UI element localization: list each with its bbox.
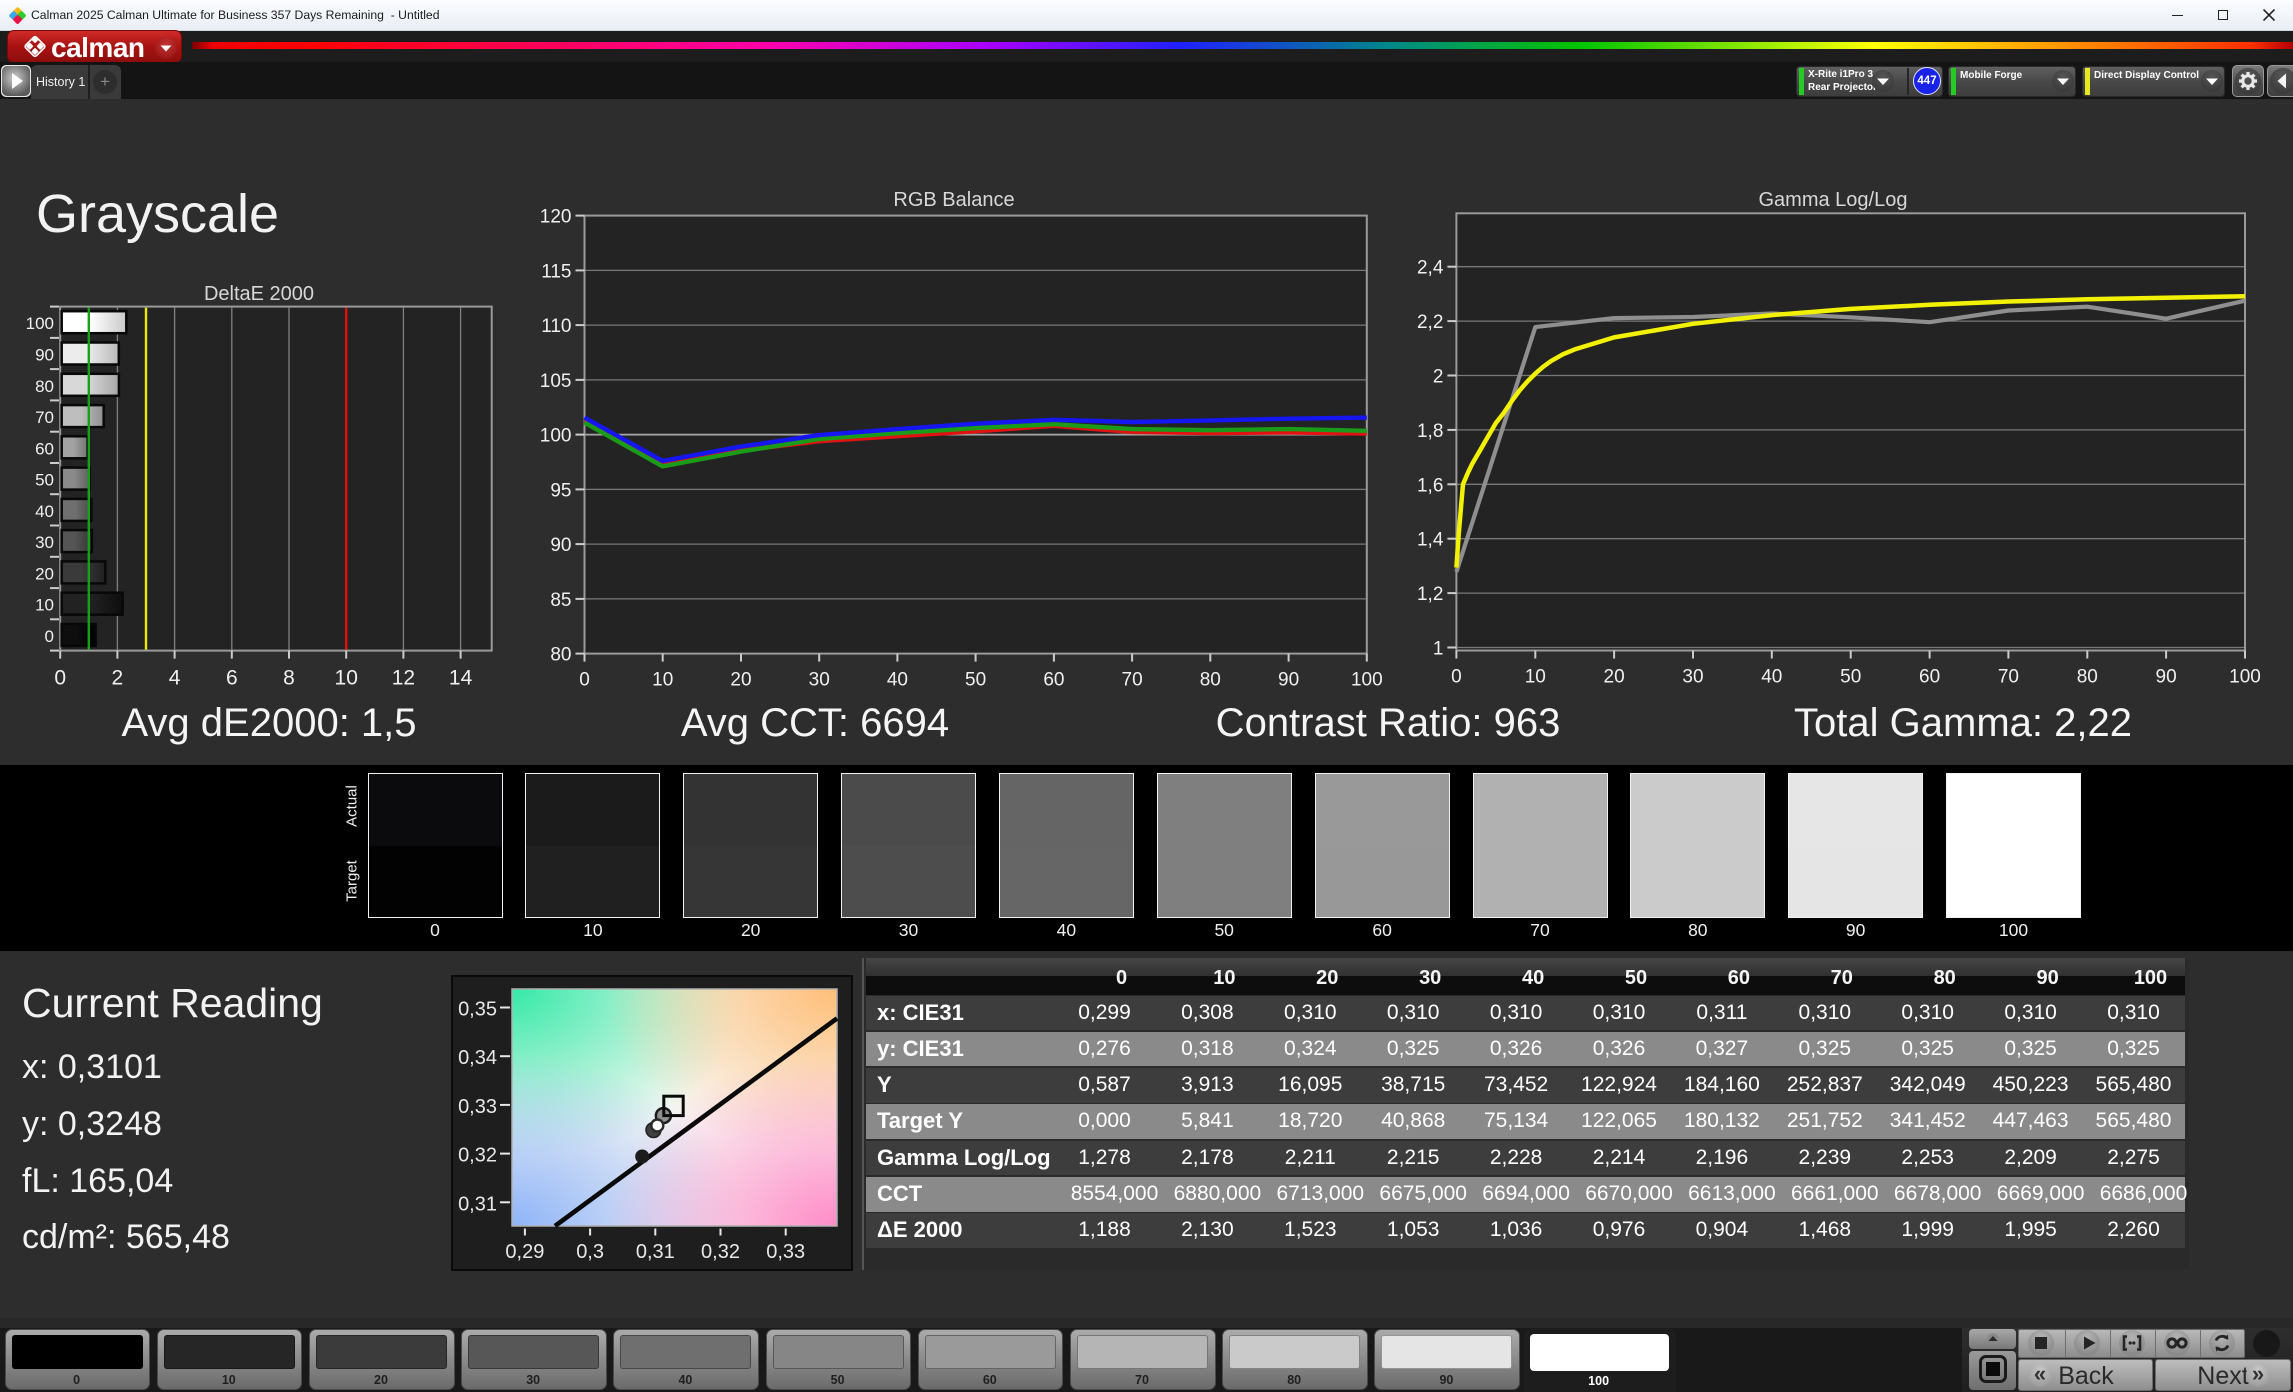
svg-text:0,29: 0,29: [505, 1241, 544, 1263]
svg-text:100: 100: [2229, 667, 2261, 688]
svg-text:80: 80: [550, 645, 571, 666]
svg-text:120: 120: [540, 207, 572, 228]
svg-text:10: 10: [1525, 667, 1546, 688]
svg-text:60: 60: [1919, 667, 1940, 688]
svg-text:30: 30: [809, 670, 830, 691]
svg-text:90: 90: [550, 535, 571, 556]
svg-text:60: 60: [1043, 670, 1064, 691]
svg-text:20: 20: [1604, 667, 1625, 688]
svg-text:100: 100: [26, 314, 54, 333]
svg-text:0,32: 0,32: [701, 1241, 740, 1263]
svg-text:0: 0: [45, 627, 54, 646]
svg-text:90: 90: [35, 346, 54, 365]
svg-text:10: 10: [335, 667, 358, 690]
svg-text:80: 80: [2077, 667, 2098, 688]
svg-text:0: 0: [54, 667, 66, 690]
svg-text:1,8: 1,8: [1417, 421, 1443, 442]
svg-text:10: 10: [35, 596, 54, 615]
svg-text:0,33: 0,33: [458, 1096, 497, 1118]
svg-text:20: 20: [730, 670, 751, 691]
svg-text:1,6: 1,6: [1417, 475, 1443, 496]
svg-text:50: 50: [1840, 667, 1861, 688]
svg-text:2: 2: [112, 667, 124, 690]
svg-text:60: 60: [35, 439, 54, 458]
svg-text:70: 70: [1998, 667, 2019, 688]
svg-text:0: 0: [579, 670, 590, 691]
svg-text:4: 4: [169, 667, 181, 690]
svg-text:0: 0: [1451, 667, 1462, 688]
svg-text:85: 85: [550, 590, 571, 611]
svg-text:14: 14: [449, 667, 473, 690]
svg-text:100: 100: [1351, 670, 1383, 691]
svg-text:100: 100: [540, 426, 572, 447]
svg-text:0,31: 0,31: [458, 1193, 497, 1215]
svg-text:0,3: 0,3: [576, 1241, 604, 1263]
svg-text:40: 40: [35, 502, 54, 521]
svg-text:0,33: 0,33: [766, 1241, 805, 1263]
svg-text:80: 80: [1200, 670, 1221, 691]
svg-text:1: 1: [1433, 639, 1444, 660]
svg-text:10: 10: [652, 670, 673, 691]
svg-text:115: 115: [541, 261, 571, 282]
svg-text:6: 6: [226, 667, 238, 690]
svg-text:2: 2: [1433, 367, 1444, 388]
svg-text:70: 70: [35, 408, 54, 427]
svg-text:0,32: 0,32: [458, 1145, 497, 1167]
svg-text:0,34: 0,34: [458, 1047, 497, 1069]
svg-text:90: 90: [1278, 670, 1299, 691]
svg-text:105: 105: [540, 371, 572, 392]
svg-text:2,2: 2,2: [1417, 312, 1443, 333]
svg-text:20: 20: [35, 564, 54, 583]
svg-text:30: 30: [35, 533, 54, 552]
svg-text:70: 70: [1122, 670, 1143, 691]
svg-text:50: 50: [35, 471, 54, 490]
svg-text:0,31: 0,31: [636, 1241, 675, 1263]
svg-text:95: 95: [550, 480, 571, 501]
svg-text:Gamma Log/Log: Gamma Log/Log: [1759, 189, 1908, 211]
svg-text:80: 80: [35, 377, 54, 396]
svg-text:50: 50: [965, 670, 986, 691]
svg-text:RGB Balance: RGB Balance: [893, 189, 1014, 211]
svg-text:8: 8: [283, 667, 295, 690]
svg-text:110: 110: [541, 316, 571, 337]
svg-text:1,4: 1,4: [1417, 530, 1444, 551]
svg-text:DeltaE 2000: DeltaE 2000: [204, 283, 314, 305]
svg-text:1,2: 1,2: [1417, 584, 1443, 605]
svg-text:40: 40: [887, 670, 908, 691]
svg-text:40: 40: [1761, 667, 1782, 688]
svg-text:2,4: 2,4: [1417, 258, 1444, 279]
svg-text:30: 30: [1682, 667, 1703, 688]
svg-text:90: 90: [2156, 667, 2177, 688]
svg-text:0,35: 0,35: [458, 999, 497, 1021]
svg-text:12: 12: [392, 667, 415, 690]
